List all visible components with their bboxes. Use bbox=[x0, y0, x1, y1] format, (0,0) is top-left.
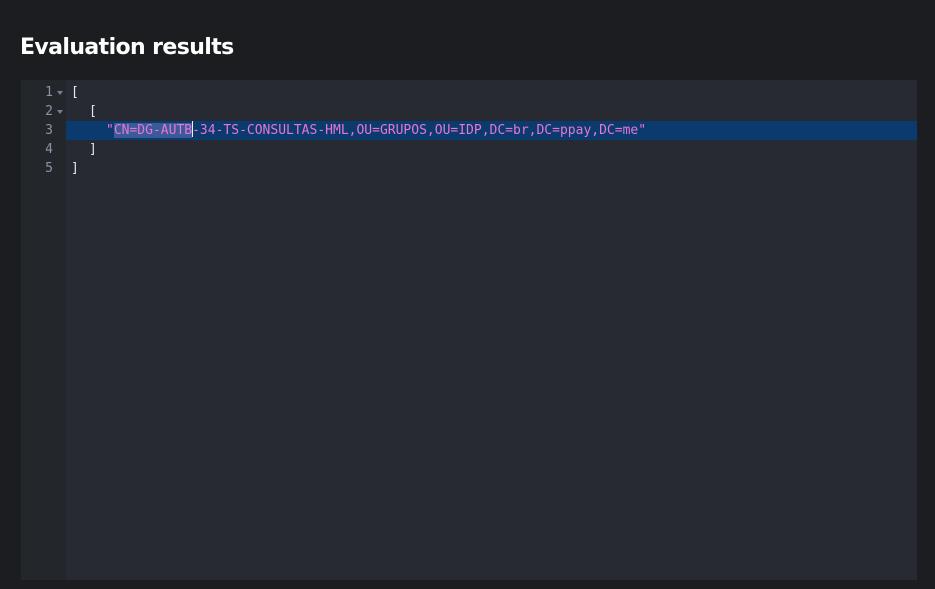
code-line-3-active[interactable]: "CN=DG-AUTB-34-TS-CONSULTAS-HML,OU=GRUPO… bbox=[66, 121, 917, 140]
line-number: 5 bbox=[45, 161, 53, 176]
close-outer-bracket: ] bbox=[71, 161, 79, 176]
close-inner-bracket: ] bbox=[89, 142, 97, 157]
string-value: "CN=DG-AUTB-34-TS-CONSULTAS-HML,OU=GRUPO… bbox=[106, 121, 646, 140]
gutter-row-3: 3 bbox=[21, 121, 66, 140]
fold-arrow-icon[interactable] bbox=[57, 110, 63, 114]
json-results-editor[interactable]: 1 2 3 4 5 [ [ "CN=DG-AUTB-34-TS-CONSULTA… bbox=[21, 80, 917, 580]
string-rest: -34-TS-CONSULTAS-HML,OU=GRUPOS,OU=IDP,DC… bbox=[192, 123, 639, 138]
code-line-2[interactable]: [ bbox=[66, 102, 917, 121]
code-line-4[interactable]: ] bbox=[66, 140, 917, 159]
code-line-1[interactable]: [ bbox=[66, 83, 917, 102]
fold-arrow-icon[interactable] bbox=[57, 91, 63, 95]
quote-open: " bbox=[106, 123, 114, 138]
code-content[interactable]: [ [ "CN=DG-AUTB-34-TS-CONSULTAS-HML,OU=G… bbox=[66, 80, 917, 580]
line-number: 1 bbox=[45, 85, 53, 100]
text-selection: CN=DG-AUTB bbox=[113, 123, 193, 138]
line-number: 3 bbox=[45, 123, 53, 138]
open-inner-bracket: [ bbox=[89, 104, 97, 119]
evaluation-results-page: Evaluation results 1 2 3 4 5 [["CN=DG-… bbox=[0, 0, 935, 589]
quote-close: " bbox=[638, 123, 647, 138]
gutter-row-1: 1 bbox=[21, 83, 66, 102]
line-number: 4 bbox=[45, 142, 53, 157]
line-number: 2 bbox=[45, 104, 53, 119]
open-outer-bracket: [ bbox=[71, 85, 79, 100]
gutter-row-5: 5 bbox=[21, 159, 66, 178]
gutter-row-4: 4 bbox=[21, 140, 66, 159]
gutter-row-2: 2 bbox=[21, 102, 66, 121]
page-title: Evaluation results bbox=[20, 35, 234, 60]
line-number-gutter: 1 2 3 4 5 bbox=[21, 80, 66, 580]
code-line-5[interactable]: ] bbox=[66, 159, 917, 178]
